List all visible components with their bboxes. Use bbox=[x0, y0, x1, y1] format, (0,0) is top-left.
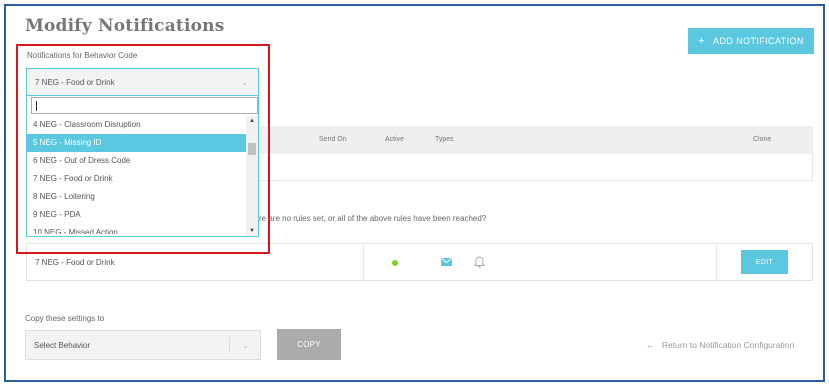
row-divider bbox=[363, 244, 364, 281]
return-link[interactable]: ← Return to Notification Configuration bbox=[646, 340, 794, 350]
dropdown-option[interactable]: 9 NEG - PDA bbox=[27, 206, 247, 224]
copy-settings-label: Copy these settings to bbox=[25, 314, 105, 323]
chevron-down-icon: ⌄ bbox=[242, 341, 249, 350]
return-link-label: Return to Notification Configuration bbox=[661, 340, 795, 350]
fallback-behavior: 7 NEG - Food or Drink bbox=[35, 258, 115, 267]
dropdown-scrollbar[interactable]: ▲ ▼ bbox=[246, 116, 258, 236]
fallback-hint: re are no rules set, or all of the above… bbox=[259, 214, 487, 223]
scroll-thumb[interactable] bbox=[248, 143, 256, 155]
plus-icon: + bbox=[698, 35, 706, 47]
add-notification-label: ADD NOTIFICATION bbox=[713, 36, 804, 46]
select-divider bbox=[229, 337, 230, 354]
dropdown-option[interactable]: 10 NEG - Missed Action bbox=[27, 224, 247, 234]
dropdown-option[interactable]: 5 NEG - Missing ID bbox=[27, 134, 247, 152]
dropdown-options: 4 NEG - Classroom Disruption 5 NEG - Miss… bbox=[27, 116, 247, 236]
dropdown-option[interactable]: 4 NEG - Classroom Disruption bbox=[27, 116, 247, 134]
add-notification-button[interactable]: + ADD NOTIFICATION bbox=[688, 28, 814, 54]
scroll-up-icon[interactable]: ▲ bbox=[249, 118, 255, 124]
fallback-rule-row: 7 NEG - Food or Drink EDIT bbox=[26, 243, 813, 281]
row-divider bbox=[716, 244, 717, 281]
email-icon bbox=[441, 258, 452, 266]
dropdown-search-input[interactable] bbox=[31, 97, 258, 114]
dropdown-option[interactable]: 7 NEG - Food or Drink bbox=[27, 170, 247, 188]
scroll-down-icon[interactable]: ▼ bbox=[249, 228, 255, 234]
arrow-left-icon: ← bbox=[646, 340, 655, 350]
behavior-code-select[interactable]: 7 NEG - Food or Drink ⌄ bbox=[26, 68, 259, 96]
chevron-down-icon: ⌄ bbox=[241, 78, 248, 87]
text-caret bbox=[36, 101, 37, 111]
copy-behavior-selected: Select Behavior bbox=[34, 340, 91, 350]
bell-icon bbox=[474, 256, 485, 268]
dropdown-option[interactable]: 6 NEG - Out of Dress Code bbox=[27, 152, 247, 170]
behavior-dropdown: 4 NEG - Classroom Disruption 5 NEG - Miss… bbox=[26, 95, 259, 237]
column-types: Types bbox=[435, 136, 454, 143]
behavior-code-selected: 7 NEG - Food or Drink bbox=[35, 78, 115, 87]
edit-button[interactable]: EDIT bbox=[741, 250, 788, 274]
column-clone: Clone bbox=[753, 136, 772, 143]
column-active: Active bbox=[385, 136, 405, 143]
column-send-on: Send On bbox=[319, 136, 347, 143]
dropdown-option[interactable]: 8 NEG - Loitering bbox=[27, 188, 247, 206]
behavior-code-label: Notifications for Behavior Code bbox=[27, 51, 138, 60]
copy-button[interactable]: COPY bbox=[277, 329, 341, 360]
page-title: Modify Notifications bbox=[25, 16, 225, 36]
active-indicator-icon bbox=[392, 260, 398, 266]
copy-behavior-select[interactable]: Select Behavior ⌄ bbox=[25, 330, 261, 360]
